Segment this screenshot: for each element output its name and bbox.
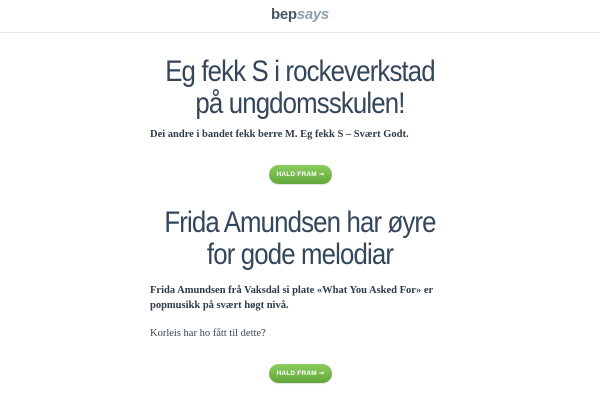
site-logo[interactable]: bepsays	[0, 6, 600, 23]
article-1: Eg fekk S i rockeverkstad på ungdomsskul…	[0, 56, 600, 120]
article-2-headline-line2: for gode melodiar	[206, 238, 394, 271]
article-2-lead: Frida Amundsen frå Vaksdal si plate «Wha…	[150, 285, 433, 311]
article-1-lead: Dei andre i bandet fekk berre M. Eg fekk…	[150, 129, 409, 140]
article-1-continue-button[interactable]: HALD FRAM ➞	[269, 165, 332, 184]
article-2-headline[interactable]: Frida Amundsen har øyre for gode melodia…	[111, 207, 489, 271]
article-1-headline-line2: på ungdomsskulen!	[195, 87, 405, 120]
logo-part-bep: bep	[271, 6, 297, 23]
article-2-headline-line1: Frida Amundsen har øyre	[164, 206, 436, 239]
article-2-body: Korleis har ho fått til dette?	[150, 328, 266, 339]
article-2-continue-button[interactable]: HALD FRAM ➞	[269, 364, 332, 383]
top-bar: bepsays	[0, 0, 600, 33]
article-2: Frida Amundsen har øyre for gode melodia…	[0, 207, 600, 271]
logo-part-says: says	[296, 6, 329, 23]
article-1-headline-line1: Eg fekk S i rockeverkstad	[165, 55, 435, 88]
article-1-headline[interactable]: Eg fekk S i rockeverkstad på ungdomsskul…	[111, 56, 489, 120]
